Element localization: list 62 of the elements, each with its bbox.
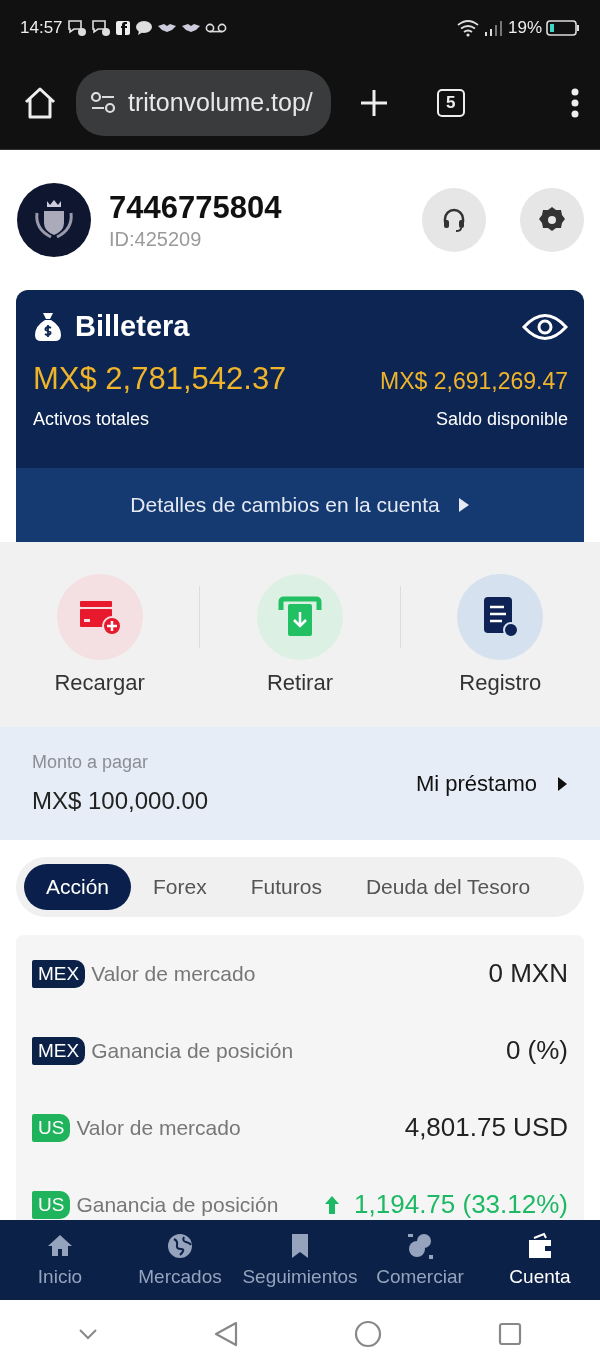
collapse-icon[interactable]: [78, 1328, 98, 1340]
voicemail-icon: [204, 22, 227, 34]
up-arrow-icon: [324, 1194, 341, 1215]
category-tab[interactable]: Futuros: [228, 864, 344, 910]
tab-count[interactable]: 5: [436, 88, 465, 117]
market-badge: US: [32, 1190, 71, 1219]
address-bar[interactable]: tritonvolume.top/: [76, 69, 331, 136]
position-value: 1,194.75 (33.12%): [354, 1189, 568, 1220]
market-badge: MEX: [32, 1036, 86, 1065]
wallet-title: Billetera: [75, 310, 190, 343]
withdraw-button[interactable]: Retirar: [200, 574, 400, 696]
position-value: 0 (%): [505, 1035, 568, 1066]
position-label: Valor de mercado: [76, 1115, 242, 1140]
caret-icon: [457, 497, 470, 513]
globe-icon: [166, 1232, 194, 1260]
back-icon[interactable]: [214, 1321, 238, 1347]
message-icon: [134, 20, 153, 36]
market-badge: MEX: [32, 959, 86, 988]
nav-tab[interactable]: Inicio: [0, 1220, 120, 1300]
money-bag-icon: [33, 310, 63, 343]
account-number: 7446775804: [109, 189, 282, 226]
recharge-button[interactable]: Recargar: [0, 574, 200, 696]
chat-icon: [90, 19, 111, 37]
position-value: 4,801.75 USD: [404, 1112, 568, 1143]
nav-tab[interactable]: Mercados: [120, 1220, 240, 1300]
signal-icon: [483, 19, 504, 37]
position-label: Ganancia de posición: [91, 1038, 295, 1063]
wallet-icon: [526, 1232, 554, 1260]
total-assets-amount: MX$ 2,781,542.37: [33, 361, 287, 397]
account-id: ID:425209: [109, 227, 203, 251]
nav-tab[interactable]: Seguimientos: [240, 1220, 360, 1300]
eye-icon[interactable]: [522, 311, 568, 342]
recents-icon[interactable]: [498, 1322, 522, 1346]
category-tab[interactable]: Acción: [24, 864, 132, 910]
position-label: Ganancia de posición: [76, 1192, 280, 1217]
battery-icon: [546, 19, 580, 37]
new-tab-icon[interactable]: [358, 87, 389, 118]
caret-icon: [557, 775, 568, 792]
account-changes-link[interactable]: Detalles de cambios en la cuenta: [16, 468, 584, 542]
nav-tab[interactable]: Comerciar: [360, 1220, 480, 1300]
position-value: 0 MXN: [488, 958, 568, 989]
app-icon: [114, 20, 131, 36]
nav-tab[interactable]: Cuenta: [480, 1220, 600, 1300]
circles-icon: [406, 1232, 434, 1260]
status-time: 14:57: [20, 18, 63, 38]
total-assets-label: Activos totales: [33, 409, 150, 430]
market-badge: US: [32, 1113, 71, 1142]
category-tab[interactable]: Forex: [131, 864, 229, 910]
site-settings-icon[interactable]: [90, 91, 116, 114]
amount-due-label: Monto a pagar: [32, 752, 150, 773]
chat-icon: [66, 19, 87, 37]
battery-percentage: 19%: [507, 18, 542, 38]
available-balance-label: Saldo disponible: [435, 409, 568, 430]
wifi-icon: [455, 19, 480, 37]
menu-icon[interactable]: [570, 87, 580, 118]
records-button[interactable]: Registro: [400, 574, 600, 696]
available-balance-amount: MX$ 2,691,269.47: [380, 368, 568, 395]
my-loan-link[interactable]: Mi préstamo: [415, 770, 568, 797]
position-label: Valor de mercado: [91, 961, 257, 986]
category-tab[interactable]: Deuda del Tesoro: [343, 864, 553, 910]
amount-due: MX$ 100,000.00: [32, 787, 210, 815]
home-icon[interactable]: [22, 85, 58, 120]
